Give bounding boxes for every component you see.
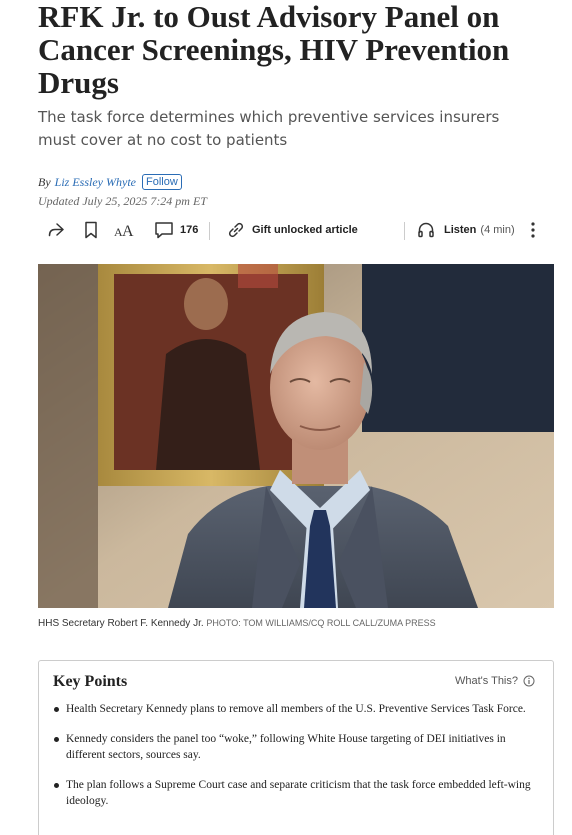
text-size-icon[interactable]: AA <box>114 214 136 246</box>
whats-this-label: What's This? <box>454 675 518 687</box>
photo-caption: HHS Secretary Robert F. Kennedy Jr. PHOT… <box>38 618 436 629</box>
share-icon[interactable] <box>46 214 66 246</box>
listen-duration: (4 min) <box>480 224 515 236</box>
whats-this-link[interactable]: What's This? <box>455 675 535 687</box>
key-points-box: Key Points What's This? Health Secretary… <box>38 660 554 835</box>
list-item: The plan follows a Supreme Court case an… <box>53 777 533 809</box>
bookmark-icon[interactable] <box>83 214 99 246</box>
key-points-title: Key Points <box>53 673 128 690</box>
listen-label: Listen <box>444 224 477 236</box>
byline-prefix: By <box>38 174 51 189</box>
toolbar-divider <box>209 222 210 240</box>
gift-article-button[interactable]: Gift unlocked article <box>226 214 358 246</box>
listen-button[interactable]: Listen (4 min) <box>416 214 515 246</box>
link-icon <box>228 222 244 238</box>
byline: By Liz Essley Whyte Follow <box>38 174 182 190</box>
list-item: Kennedy considers the panel too “woke,” … <box>53 731 533 763</box>
svg-text:A: A <box>122 223 134 240</box>
updated-timestamp: Updated July 25, 2025 7:24 pm ET <box>38 194 207 208</box>
comment-icon <box>155 222 173 239</box>
key-points-list: Health Secretary Kennedy plans to remove… <box>53 701 533 823</box>
gift-label: Gift unlocked article <box>252 224 358 236</box>
follow-button[interactable]: Follow <box>141 174 182 190</box>
comment-count: 176 <box>180 224 199 236</box>
info-icon <box>523 675 535 687</box>
photo-credit: PHOTO: TOM WILLIAMS/CQ ROLL CALL/ZUMA PR… <box>206 618 436 628</box>
article-dek: The task force determines which preventi… <box>38 108 500 149</box>
article-toolbar: AA 176 Gift unlocked article Listen (4 m… <box>38 214 554 246</box>
toolbar-divider <box>404 222 405 240</box>
list-item: Health Secretary Kennedy plans to remove… <box>53 701 533 717</box>
headphones-icon <box>418 222 434 238</box>
article-hero-photo <box>38 264 554 608</box>
author-link[interactable]: Liz Essley Whyte <box>55 175 136 190</box>
comments-button[interactable]: 176 <box>153 214 198 246</box>
article-headline: RFK Jr. to Oust Advisory Panel on Cancer… <box>38 0 510 100</box>
portrait-illustration <box>38 264 554 608</box>
caption-text: HHS Secretary Robert F. Kennedy Jr. <box>38 618 204 629</box>
more-options-icon[interactable] <box>528 214 538 246</box>
